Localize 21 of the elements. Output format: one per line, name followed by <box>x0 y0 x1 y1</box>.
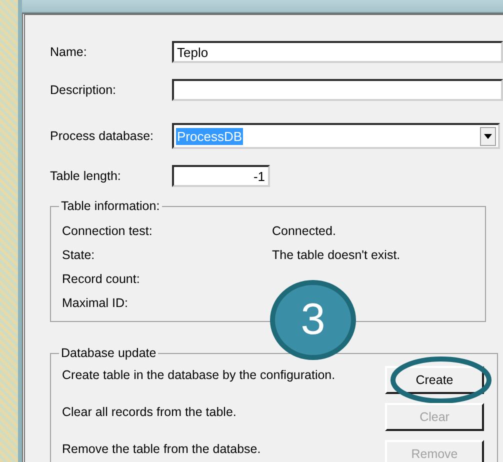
info-value: The table doesn't exist. <box>272 248 400 262</box>
number-field[interactable]: -1 <box>172 165 270 187</box>
field-label: Name: <box>50 45 88 59</box>
info-value: Connected. <box>272 224 336 238</box>
group-title: Table information: <box>60 199 161 213</box>
text-field[interactable] <box>172 79 503 101</box>
info-label: Connection test: <box>62 224 154 238</box>
info-label: State: <box>62 248 96 262</box>
info-label: Maximal ID: <box>62 296 129 310</box>
action-description: Clear all records from the table. <box>62 404 238 419</box>
text-field[interactable]: Teplo <box>172 41 503 63</box>
group-title: Database update <box>60 346 158 360</box>
field-label: Description: <box>50 83 117 97</box>
action-description: Remove the table from the databse. <box>62 441 262 456</box>
action-description: Create table in the database by the configuration. <box>62 367 336 382</box>
field-label: Table length: <box>50 169 122 183</box>
action-button[interactable]: Create <box>385 366 484 394</box>
info-label: Record count: <box>62 272 141 286</box>
step-number-badge: 3 <box>270 280 356 360</box>
field-label: Process database: <box>50 129 155 143</box>
dropdown-value: ProcessDB <box>176 128 244 144</box>
